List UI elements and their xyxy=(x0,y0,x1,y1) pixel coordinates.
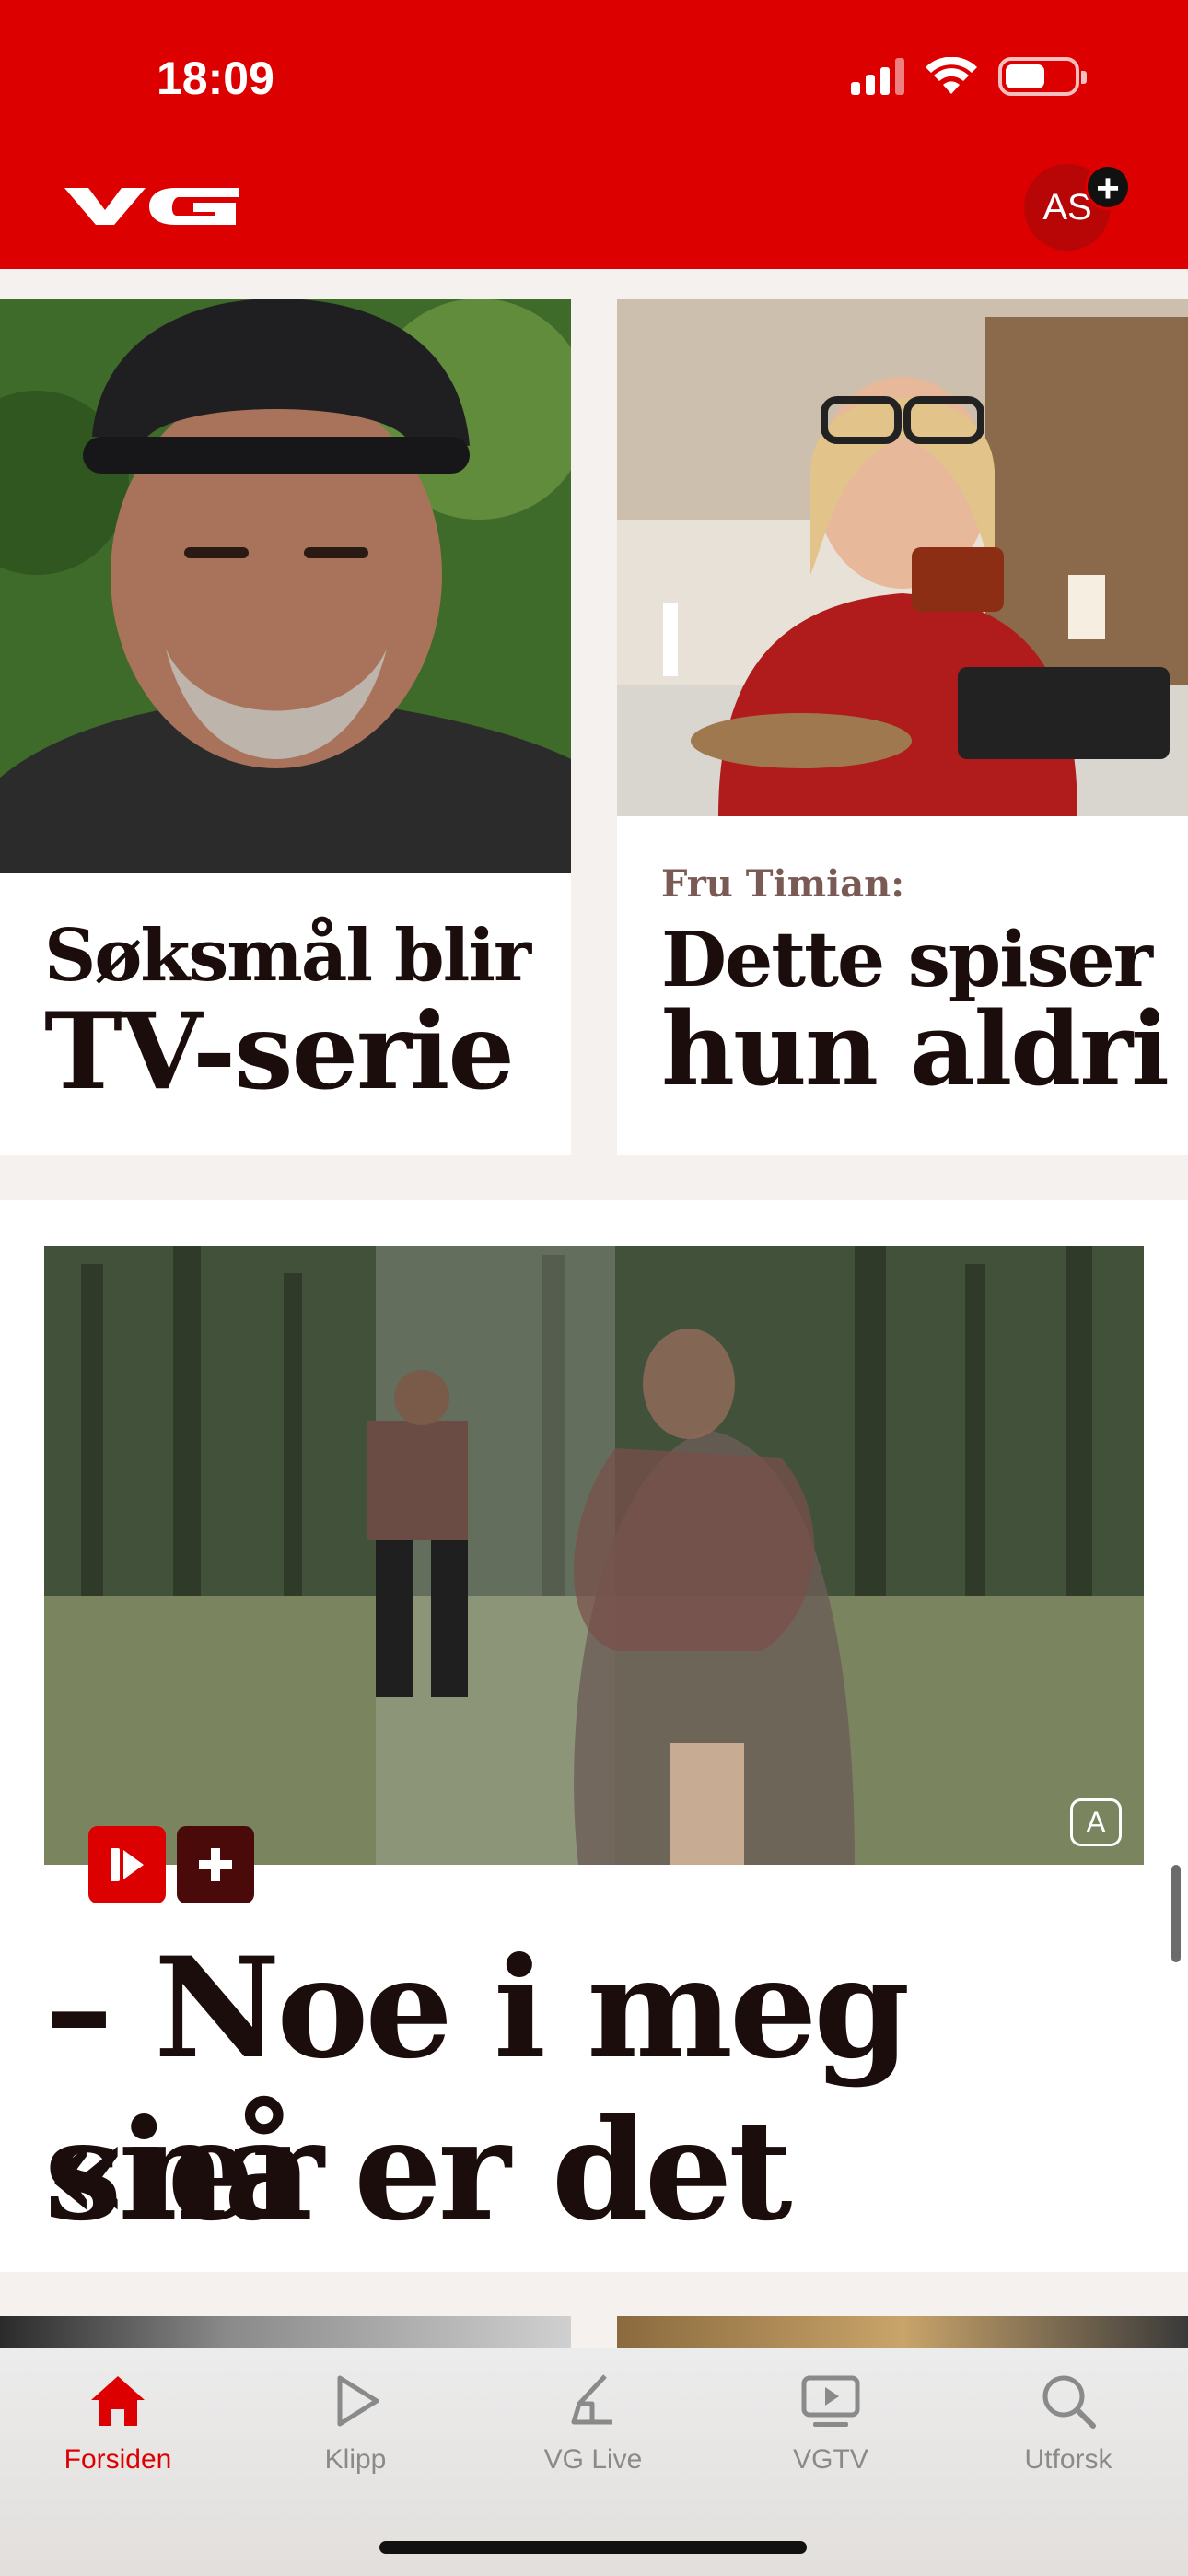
article-card[interactable]: Søksmål blir TV-serie xyxy=(0,299,571,1155)
article-headline-line2: TV-serie xyxy=(44,989,515,1113)
article-image xyxy=(617,299,1188,816)
article-headline-line2: «nå er det nok» xyxy=(44,2090,793,2272)
age-rating-badge: A xyxy=(1070,1798,1122,1846)
vg-logo[interactable] xyxy=(64,182,239,228)
tab-klipp[interactable]: Klipp xyxy=(263,2369,448,2476)
article-kicker: Fru Timian: xyxy=(661,862,905,906)
vg-live-icon xyxy=(571,2374,612,2425)
tab-vg-live[interactable]: VG Live xyxy=(501,2369,685,2476)
play-icon xyxy=(337,2375,379,2427)
video-thumbnail[interactable]: A xyxy=(44,1246,1144,1865)
tab-forsiden[interactable]: Forsiden xyxy=(26,2369,210,2476)
vgtv-icon xyxy=(801,2375,860,2427)
status-icons xyxy=(851,57,1087,96)
battery-icon xyxy=(998,57,1087,96)
search-icon xyxy=(1042,2375,1096,2429)
cellular-signal-icon xyxy=(851,58,904,95)
scrollbar[interactable] xyxy=(1171,1865,1181,1962)
vg-plus-badge[interactable] xyxy=(177,1826,254,1903)
tab-utforsk[interactable]: Utforsk xyxy=(976,2369,1160,2476)
app-header: 18:09 AS + xyxy=(0,0,1188,269)
avatar-initials: AS xyxy=(1042,186,1092,228)
tab-label: Utforsk xyxy=(1024,2444,1112,2475)
article-headline-line2: hun aldri xyxy=(661,989,1170,1108)
video-article-card[interactable]: A – Noe i meg sier «nå er det nok» xyxy=(0,1200,1188,2272)
article-headline-line1: Søksmål blir xyxy=(44,914,531,998)
article-card[interactable]: Fru Timian: Dette spiser hun aldri xyxy=(617,299,1188,1155)
home-icon xyxy=(91,2376,145,2426)
plus-icon xyxy=(199,1848,232,1881)
tab-label: VG Live xyxy=(543,2444,643,2475)
tab-label: VGTV xyxy=(793,2444,868,2475)
tab-label: Forsiden xyxy=(64,2444,172,2475)
tab-label: Klipp xyxy=(324,2444,387,2475)
home-indicator xyxy=(379,2541,807,2554)
tab-vgtv[interactable]: VGTV xyxy=(739,2369,923,2476)
play-icon xyxy=(111,1848,144,1881)
video-play-button[interactable] xyxy=(88,1826,166,1903)
status-time: 18:09 xyxy=(157,53,274,104)
wifi-icon xyxy=(926,57,977,94)
article-image xyxy=(0,299,571,873)
add-plus-icon[interactable]: + xyxy=(1085,164,1131,211)
